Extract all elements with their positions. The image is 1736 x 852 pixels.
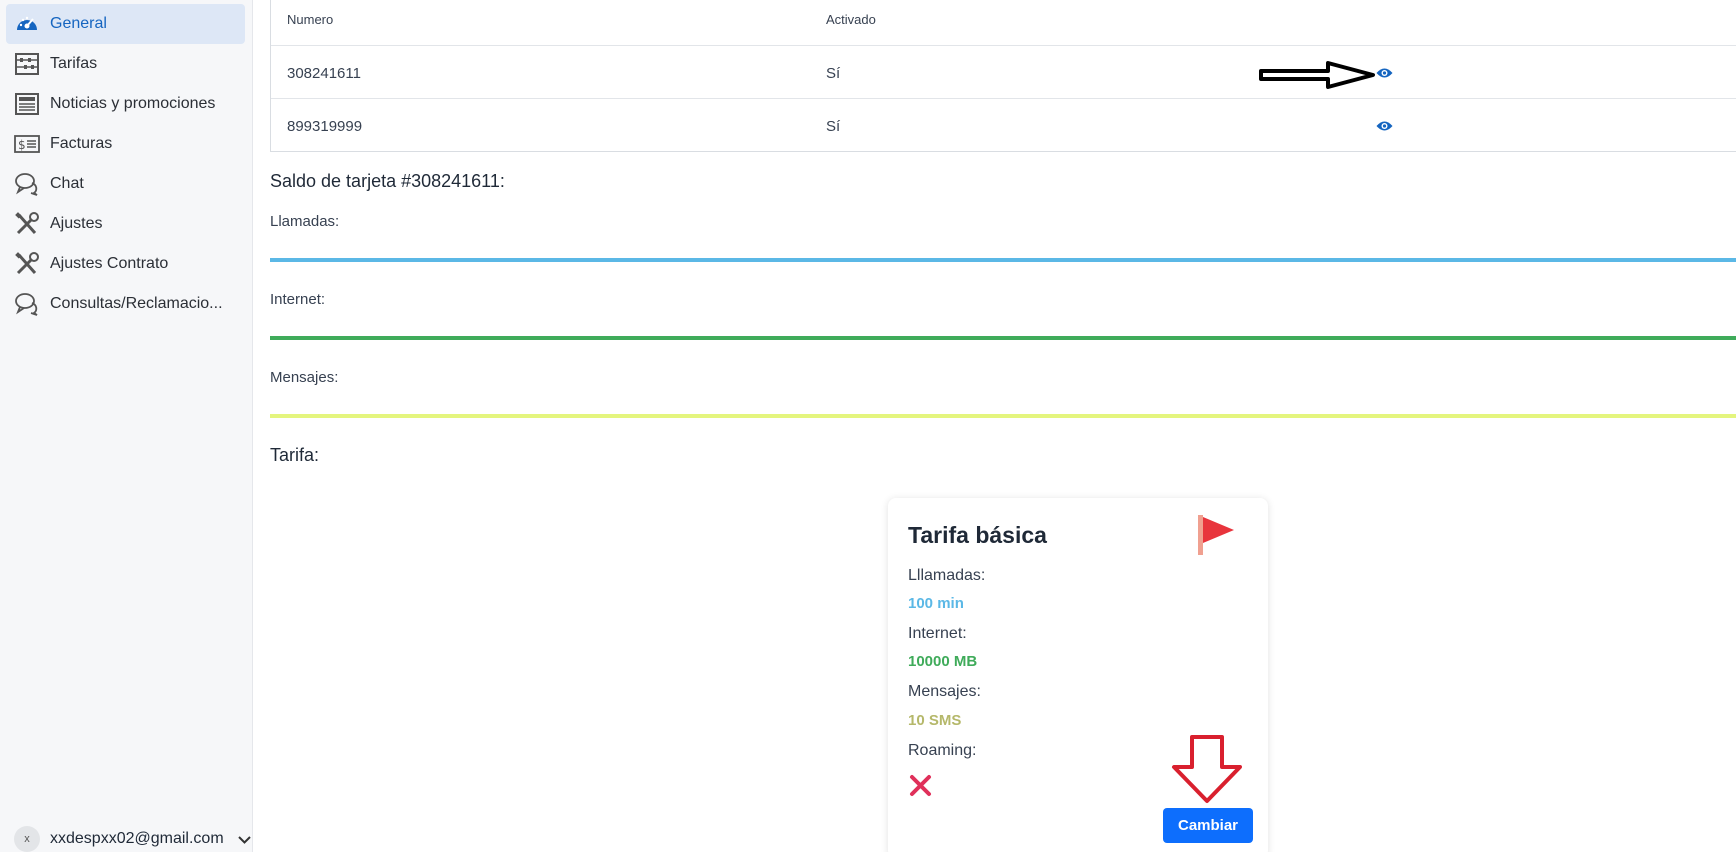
app-root: General Tarifas Noticias y promociones $… — [0, 0, 1736, 852]
sidebar-item-label: Noticias y promociones — [50, 95, 216, 112]
tariff-roaming-label: Roaming: — [908, 742, 977, 759]
cards-table: Numero Activado 308241611 Sí 899319999 S… — [270, 0, 1736, 152]
sidebar-item-label: Tarifas — [50, 55, 98, 72]
row-divider — [271, 98, 1736, 99]
sidebar-item-label: General — [50, 15, 107, 32]
annotation-arrow-down — [1172, 735, 1242, 803]
llamadas-label: Llamadas: — [270, 213, 340, 230]
sidebar-item-label: Ajustes Contrato — [50, 255, 169, 272]
chat-bubbles-icon — [15, 293, 38, 316]
invoice-dollar-icon: $ — [14, 135, 40, 153]
chevron-down-icon[interactable] — [238, 833, 251, 846]
tools-icon — [15, 212, 39, 235]
annotation-arrow-right — [1259, 61, 1375, 89]
column-header-numero: Numero — [287, 12, 334, 27]
sidebar-item-label: Chat — [50, 175, 84, 192]
sidebar-item-tarifas[interactable]: Tarifas — [6, 44, 245, 84]
chat-bubbles-icon — [15, 173, 38, 196]
table-cell-numero: 899319999 — [287, 118, 363, 135]
balance-title: Saldo de tarjeta #308241611: — [270, 171, 505, 191]
tariff-llamadas-value: 100 min — [908, 595, 964, 612]
user-email: xxdespxx02@gmail.com — [50, 830, 224, 847]
user-menu[interactable]: x xxdespxx02@gmail.com — [14, 826, 251, 852]
sidebar-item-consultas[interactable]: Consultas/Reclamacio... — [6, 284, 245, 324]
sidebar-item-general[interactable]: General — [6, 4, 245, 44]
column-header-activado: Activado — [826, 12, 876, 27]
close-x-icon — [910, 775, 931, 796]
internet-label: Internet: — [270, 291, 326, 308]
sidebar-item-noticias[interactable]: Noticias y promociones — [6, 84, 245, 124]
sidebar-item-chat[interactable]: Chat — [6, 164, 245, 204]
tools-icon — [15, 252, 39, 275]
dashboard-gauge-icon — [17, 16, 37, 30]
internet-progress-bar — [270, 336, 1736, 340]
table-cell-numero: 308241611 — [287, 65, 361, 82]
change-tariff-button[interactable]: Cambiar — [1163, 808, 1253, 843]
sidebar-item-ajustes[interactable]: Ajustes — [6, 204, 245, 244]
view-eye-icon[interactable] — [1376, 120, 1393, 132]
flag-icon — [1198, 515, 1234, 555]
llamadas-progress-bar — [270, 258, 1736, 262]
table-cell-activado: Sí — [826, 65, 841, 82]
tariff-internet-value: 10000 MB — [908, 653, 978, 670]
tariff-mensajes-value: 10 SMS — [908, 712, 962, 729]
sidebar-item-label: Facturas — [50, 135, 113, 152]
sidebar-item-facturas[interactable]: $ Facturas — [6, 124, 245, 164]
avatar: x — [14, 826, 40, 852]
sidebar-item-ajustes-contrato[interactable]: Ajustes Contrato — [6, 244, 245, 284]
tariff-mensajes-label: Mensajes: — [908, 683, 981, 700]
tariff-llamadas-label: Lllamadas: — [908, 567, 986, 584]
view-eye-icon[interactable] — [1376, 67, 1393, 79]
svg-text:$: $ — [18, 138, 26, 152]
tariff-name: Tarifa básica — [908, 522, 1047, 548]
abacus-icon — [15, 53, 39, 75]
table-cell-activado: Sí — [826, 118, 841, 135]
sidebar-item-label: Ajustes — [50, 215, 103, 232]
row-divider — [271, 45, 1736, 46]
tarifa-title: Tarifa: — [270, 445, 320, 465]
newspaper-icon — [15, 93, 39, 115]
tariff-internet-label: Internet: — [908, 625, 967, 642]
sidebar: General Tarifas Noticias y promociones $… — [0, 0, 253, 852]
mensajes-label: Mensajes: — [270, 369, 339, 386]
mensajes-progress-bar — [270, 414, 1736, 418]
sidebar-item-label: Consultas/Reclamacio... — [50, 295, 223, 312]
